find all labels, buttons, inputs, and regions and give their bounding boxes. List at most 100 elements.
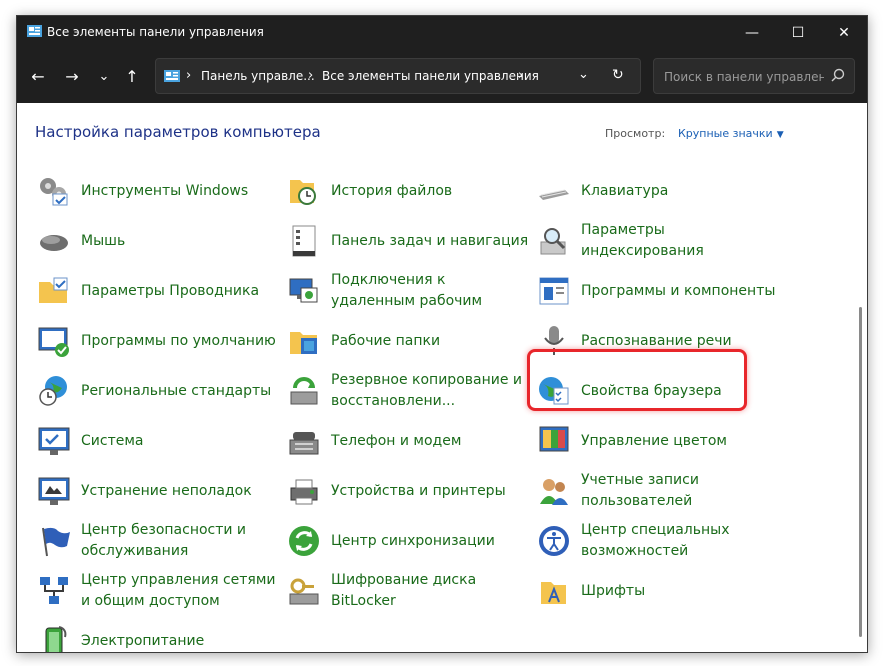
up-arrow-icon: ↑ [125, 66, 139, 86]
item-ease-of-access[interactable]: Центр специальных возможностей [537, 519, 777, 563]
explorer-options-icon [39, 277, 68, 303]
back-button[interactable]: ← [25, 63, 51, 89]
item-windows-tools[interactable]: Инструменты Windows [37, 169, 277, 213]
file-history-icon [290, 180, 316, 205]
default-programs-icon [38, 327, 69, 357]
breadcrumb-separator-icon[interactable]: › [518, 68, 523, 83]
item-label: Клавиатура [581, 182, 669, 199]
back-arrow-icon: ← [31, 66, 45, 86]
phone-modem-icon [289, 432, 319, 455]
fonts-icon [541, 582, 566, 604]
taskbar-icon [292, 225, 316, 257]
windows-tools-icon [40, 178, 68, 206]
maximize-icon: ☐ [791, 24, 805, 41]
item-label: Центр безопасности и обслуживания [81, 522, 247, 559]
item-devices-printers[interactable]: Устройства и принтеры [287, 469, 527, 513]
control-panel-content: Настройка параметров компьютера Просмотр… [17, 103, 867, 652]
user-accounts-icon [540, 479, 568, 505]
item-label: История файлов [331, 182, 453, 199]
page-title: Настройка параметров компьютера [35, 123, 321, 141]
close-button[interactable]: ✕ [821, 16, 867, 49]
item-system[interactable]: Система [37, 419, 277, 463]
item-label: Региональные стандарты [81, 382, 272, 399]
mouse-icon [40, 235, 68, 251]
title-bar: Все элементы панели управления — ☐ ✕ [17, 16, 867, 49]
item-sync-center[interactable]: Центр синхронизации [287, 519, 527, 563]
item-label: Электропитание [81, 632, 205, 649]
item-network-sharing[interactable]: Центр управления сетями и общим доступом [37, 569, 277, 613]
item-label: Инструменты Windows [81, 182, 249, 199]
item-mouse[interactable]: Мышь [37, 219, 277, 263]
item-power-options[interactable]: Электропитание [37, 619, 277, 652]
devices-printers-icon [290, 479, 318, 505]
item-label: Система [81, 432, 144, 449]
item-label: Центр управления сетями и общим доступом [81, 572, 276, 609]
item-label: Центр синхронизации [331, 532, 495, 549]
item-indexing-options[interactable]: Параметры индексирования [537, 219, 777, 263]
breadcrumb-all-items[interactable]: Все элементы панели управления [322, 69, 539, 83]
highlight-frame [527, 349, 747, 411]
system-icon [38, 427, 70, 455]
item-label: Резервное копирование и восстановлени... [331, 372, 523, 409]
item-user-accounts[interactable]: Учетные записи пользователей [537, 469, 777, 513]
item-label: Телефон и модем [331, 432, 462, 449]
search-input[interactable] [662, 67, 826, 87]
item-security-maintenance[interactable]: Центр безопасности и обслуживания [37, 519, 277, 563]
maximize-button[interactable]: ☐ [775, 16, 821, 49]
search-icon[interactable] [831, 68, 845, 82]
breadcrumb-control-panel[interactable]: Панель управле... [201, 69, 315, 83]
item-file-history[interactable]: История файлов [287, 169, 527, 213]
item-explorer-options[interactable]: Параметры Проводника [37, 269, 277, 313]
item-fonts[interactable]: Шрифты [537, 569, 777, 613]
item-keyboard[interactable]: Клавиатура [537, 169, 777, 213]
item-label: Программы и компоненты [581, 282, 776, 299]
vertical-scrollbar[interactable] [859, 307, 862, 637]
breadcrumb-separator-icon[interactable]: › [186, 68, 191, 83]
item-bitlocker[interactable]: Шифрование диска BitLocker [287, 569, 527, 613]
up-button[interactable]: ↑ [119, 63, 145, 89]
address-bar[interactable]: › Панель управле... › Все элементы панел… [155, 58, 641, 94]
item-label: Устранение неполадок [81, 482, 252, 499]
item-label: Панель задач и навигация [331, 232, 529, 249]
item-label: Устройства и принтеры [331, 482, 506, 499]
item-backup-restore[interactable]: Резервное копирование и восстановлени... [287, 369, 527, 413]
item-default-programs[interactable]: Программы по умолчанию [37, 319, 277, 363]
item-taskbar-navigation[interactable]: Панель задач и навигация [287, 219, 528, 263]
item-programs-features[interactable]: Программы и компоненты [537, 269, 777, 313]
region-icon [39, 376, 67, 406]
item-color-management[interactable]: Управление цветом [537, 419, 777, 463]
dropdown-triangle-icon: ▼ [776, 130, 784, 140]
forward-arrow-icon: → [65, 66, 79, 86]
item-label: Мышь [81, 232, 126, 249]
minimize-button[interactable]: — [729, 16, 775, 49]
breadcrumb-separator-icon[interactable]: › [308, 68, 313, 83]
item-label: Рабочие папки [331, 332, 441, 349]
item-label: Шифрование диска BitLocker [331, 572, 477, 609]
address-dropdown-icon[interactable]: ⌄ [578, 67, 589, 82]
remote-desktop-icon [289, 278, 318, 303]
item-remote-desktop[interactable]: Подключения к удаленным рабочим [287, 269, 527, 313]
network-center-icon [40, 577, 68, 604]
view-label: Просмотр: [605, 127, 666, 140]
item-work-folders[interactable]: Рабочие папки [287, 319, 527, 363]
item-label: Шрифты [581, 582, 646, 599]
item-phone-modem[interactable]: Телефон и модем [287, 419, 527, 463]
control-panel-small-icon [164, 70, 180, 82]
backup-icon [290, 377, 318, 405]
close-icon: ✕ [838, 24, 850, 41]
item-troubleshooting[interactable]: Устранение неполадок [37, 469, 277, 513]
control-panel-app-icon [27, 25, 42, 37]
power-options-icon [45, 626, 67, 652]
view-mode-dropdown[interactable]: Крупные значки ▼ [678, 127, 784, 140]
window-title: Все элементы панели управления [47, 25, 264, 39]
recent-locations-button[interactable]: ⌄ [91, 63, 117, 89]
item-region[interactable]: Региональные стандарты [37, 369, 277, 413]
search-box[interactable] [653, 58, 855, 94]
troubleshooting-icon [38, 477, 70, 505]
item-label: Программы по умолчанию [81, 332, 276, 349]
item-label: Управление цветом [581, 432, 727, 449]
accessibility-icon [539, 526, 569, 556]
forward-button[interactable]: → [59, 63, 85, 89]
item-label: Учетные записи пользователей [581, 472, 699, 509]
refresh-icon[interactable]: ↻ [612, 67, 624, 83]
